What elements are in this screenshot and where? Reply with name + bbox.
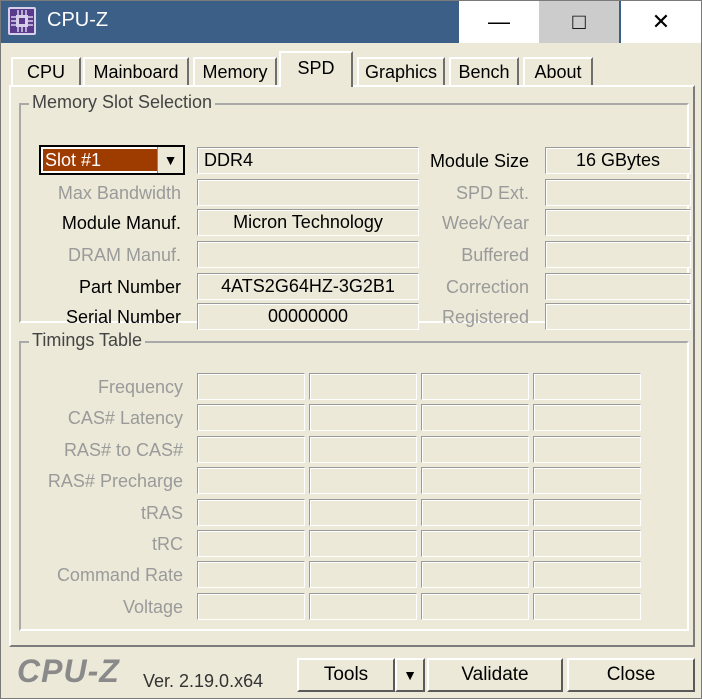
timing-cell	[533, 467, 641, 495]
timing-cell	[533, 435, 641, 463]
correction-label: Correction	[445, 277, 529, 297]
slot-selected-value: Slot #1	[43, 149, 157, 171]
timing-row-label: tRAS	[140, 502, 183, 523]
timing-cell	[533, 561, 641, 589]
close-window-button[interactable]: ✕	[621, 1, 701, 43]
buffered-field	[545, 241, 691, 268]
serial-number-label: Serial Number	[65, 307, 181, 327]
timing-cell	[309, 530, 417, 557]
tab-cpu[interactable]: CPU	[11, 57, 81, 85]
chevron-down-icon[interactable]: ▼	[157, 147, 183, 173]
timing-cell	[421, 592, 529, 620]
timing-cell	[533, 373, 641, 400]
timing-cell	[197, 561, 305, 589]
timings-table-title: Timings Table	[29, 330, 146, 351]
timing-cell	[533, 530, 641, 557]
cpuz-window: CPU-Z — □ ✕ CPU Mainboard Memory SPD Gra…	[0, 0, 702, 699]
cpuz-logo: CPU-Z	[17, 653, 120, 689]
memory-slot-selection-title: Memory Slot Selection	[29, 92, 216, 113]
timing-cell	[197, 498, 305, 526]
part-number-field: 4ATS2G64HZ-3G2B1	[197, 273, 419, 300]
serial-number-field: 00000000	[197, 303, 419, 330]
timing-cell	[197, 592, 305, 620]
correction-field	[545, 273, 691, 300]
timing-cell	[309, 373, 417, 400]
timing-cell	[421, 373, 529, 400]
timing-cell	[421, 467, 529, 495]
timing-row-label: CAS# Latency	[67, 408, 183, 429]
maximize-icon: □	[572, 9, 586, 34]
timing-cell	[309, 592, 417, 620]
tools-button[interactable]: Tools	[297, 658, 395, 692]
spd-ext-label: SPD Ext.	[455, 183, 529, 203]
dram-manuf-label: DRAM Manuf.	[67, 245, 181, 265]
timing-cell	[421, 404, 529, 432]
timing-cell	[309, 435, 417, 463]
chevron-down-icon: ▼	[403, 667, 417, 683]
memory-type-field: DDR4	[197, 147, 419, 174]
minimize-button[interactable]: —	[459, 1, 539, 43]
max-bandwidth-field	[197, 179, 419, 206]
spd-panel: Memory Slot Selection Slot #1 ▼ DDR4 Max…	[9, 85, 695, 647]
timing-cell	[197, 404, 305, 432]
timing-cell	[421, 530, 529, 557]
title-bar[interactable]: CPU-Z — □ ✕	[1, 1, 701, 43]
timing-row-label: RAS# Precharge	[47, 471, 183, 492]
max-bandwidth-label: Max Bandwidth	[57, 183, 181, 203]
timing-cell	[197, 530, 305, 557]
slot-dropdown[interactable]: Slot #1 ▼	[39, 145, 185, 175]
week-year-field	[545, 209, 691, 236]
window-title: CPU-Z	[47, 9, 109, 31]
module-size-field: 16 GBytes	[545, 147, 691, 174]
tab-graphics[interactable]: Graphics	[357, 57, 445, 85]
validate-button[interactable]: Validate	[427, 658, 563, 692]
timing-cell	[421, 435, 529, 463]
tab-spd[interactable]: SPD	[279, 51, 353, 87]
week-year-label: Week/Year	[441, 213, 529, 233]
part-number-label: Part Number	[78, 277, 181, 297]
registered-label: Registered	[441, 307, 529, 327]
module-manuf-label: Module Manuf.	[61, 213, 181, 233]
timing-row-label: Voltage	[122, 596, 183, 617]
cpuz-app-icon	[8, 7, 36, 35]
timing-cell	[533, 592, 641, 620]
timing-cell	[309, 467, 417, 495]
dram-manuf-field	[197, 241, 419, 268]
version-label: Ver. 2.19.0.x64	[143, 671, 264, 691]
module-manuf-field: Micron Technology	[197, 209, 419, 236]
timing-cell	[197, 467, 305, 495]
module-size-label: Module Size	[429, 151, 529, 171]
timing-row-label: Command Rate	[56, 565, 183, 586]
minimize-icon: —	[488, 9, 510, 34]
memory-slot-selection-group: Memory Slot Selection Slot #1 ▼ DDR4 Max…	[19, 92, 691, 330]
tab-bench[interactable]: Bench	[449, 57, 519, 85]
spd-ext-field	[545, 179, 691, 206]
registered-field	[545, 303, 691, 330]
timing-row-label: tRC	[152, 534, 183, 554]
buffered-label: Buffered	[461, 245, 529, 265]
timing-cell	[309, 404, 417, 432]
timing-cell	[197, 373, 305, 400]
timing-cell	[197, 435, 305, 463]
tab-memory[interactable]: Memory	[193, 57, 277, 85]
close-icon: ✕	[651, 9, 671, 34]
timing-cell	[421, 561, 529, 589]
tab-about[interactable]: About	[523, 57, 593, 85]
timing-row-label: RAS# to CAS#	[63, 439, 183, 460]
timing-cell	[533, 498, 641, 526]
tools-dropdown-button[interactable]: ▼	[395, 658, 425, 692]
timing-cell	[421, 498, 529, 526]
timing-cell	[309, 498, 417, 526]
tab-mainboard[interactable]: Mainboard	[83, 57, 189, 85]
maximize-button[interactable]: □	[539, 1, 619, 43]
timing-row-label: Frequency	[97, 377, 183, 397]
timing-cell	[309, 561, 417, 589]
close-button[interactable]: Close	[567, 658, 695, 692]
timings-table-group: Timings Table Frequency CAS# Latency RAS# …	[19, 330, 689, 631]
timing-cell	[533, 404, 641, 432]
